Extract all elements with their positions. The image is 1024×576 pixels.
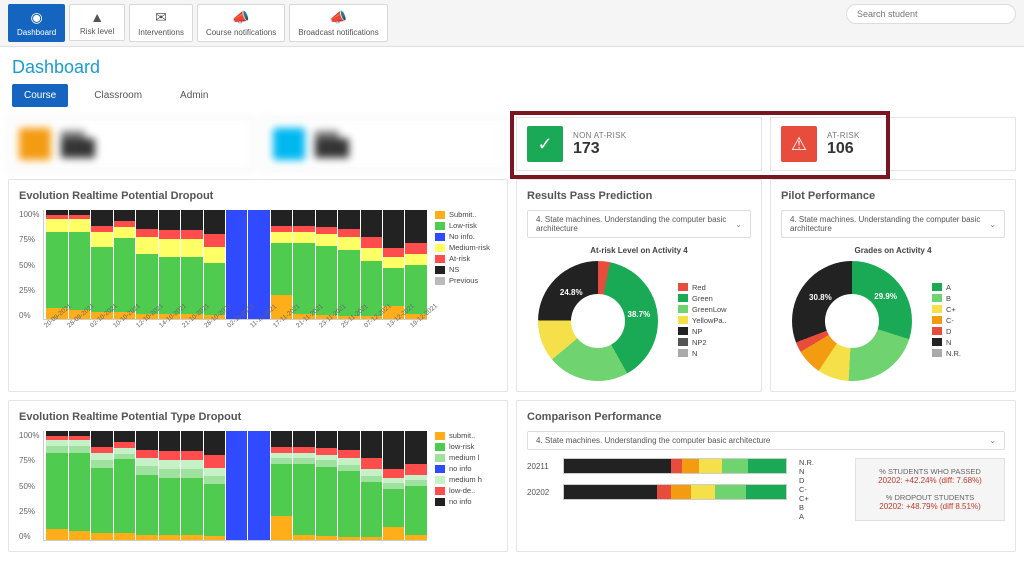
kpi-blurred-1: ███████: [8, 117, 254, 171]
card-results-pass: Results Pass Prediction 4. State machine…: [516, 179, 762, 392]
tab-classroom[interactable]: Classroom: [82, 84, 154, 107]
card-title: Results Pass Prediction: [527, 190, 751, 202]
risk-icon: ▲: [90, 9, 104, 25]
evolution-dropout-chart: 100%75%50%25%0% 20-09-202128-09-202102-1…: [19, 210, 497, 360]
dashboard-icon: ◉: [30, 9, 42, 26]
search-wrapper: [846, 4, 1016, 24]
kpi-label: NON AT-RISK: [573, 131, 626, 140]
kpi-label: AT-RISK: [827, 131, 860, 140]
results-pass-donut: 38.7%24.8%: [538, 261, 658, 381]
card-title: Comparison Performance: [527, 411, 1005, 423]
comparison-chart: 2021120202 N.R.NDC-C+BA % STUDENTS WHO P…: [527, 458, 1005, 521]
megaphone-icon: 📣: [232, 9, 249, 26]
kpi-blurred-2: ███████: [262, 117, 508, 171]
chart-subtitle: Grades on Activity 4: [781, 246, 1005, 255]
nav-interventions[interactable]: ✉ Interventions: [129, 4, 193, 42]
nav-risk-level[interactable]: ▲ Risk level: [69, 4, 125, 41]
card-title: Evolution Realtime Potential Type Dropou…: [19, 411, 497, 423]
charts-grid: Evolution Realtime Potential Dropout 100…: [0, 179, 1024, 560]
nav-broadcast-notifications[interactable]: 📣 Broadcast notifications: [289, 4, 388, 42]
kpi-non-at-risk: ✓ NON AT-RISK 173: [516, 117, 762, 171]
chart-subtitle: At-risk Level on Activity 4: [527, 246, 751, 255]
kpi-row: ███████ ███████ ✓ NON AT-RISK 173 ⚠ AT-R…: [0, 117, 1024, 179]
activity-dropdown[interactable]: 4. State machines. Understanding the com…: [527, 210, 751, 238]
pilot-performance-donut: 29.9%30.8%: [792, 261, 912, 381]
nav-label: Broadcast notifications: [298, 28, 379, 37]
nav-course-notifications[interactable]: 📣 Course notifications: [197, 4, 285, 42]
card-comparison: Comparison Performance 4. State machines…: [516, 400, 1016, 552]
nav-label: Dashboard: [17, 28, 56, 37]
kpi-at-risk: ⚠ AT-RISK 106: [770, 117, 1016, 171]
tabs: Course Classroom Admin: [0, 84, 1024, 117]
nav-label: Course notifications: [206, 28, 276, 37]
search-input[interactable]: [846, 4, 1016, 24]
megaphone-icon: 📣: [330, 9, 347, 26]
nav-dashboard[interactable]: ◉ Dashboard: [8, 4, 65, 42]
alert-triangle-icon: ⚠: [781, 126, 817, 162]
activity-dropdown[interactable]: 4. State machines. Understanding the com…: [527, 431, 1005, 450]
check-circle-icon: ✓: [527, 126, 563, 162]
nav-label: Interventions: [138, 28, 184, 37]
card-evolution-dropout: Evolution Realtime Potential Dropout 100…: [8, 179, 508, 392]
nav-label: Risk level: [80, 27, 114, 36]
card-title: Evolution Realtime Potential Dropout: [19, 190, 497, 202]
evolution-type-chart: 100%75%50%25%0% submit..low-riskmedium l…: [19, 431, 497, 541]
kpi-value: 173: [573, 140, 626, 158]
envelope-icon: ✉: [155, 9, 167, 26]
activity-dropdown[interactable]: 4. State machines. Understanding the com…: [781, 210, 1005, 238]
page-title: Dashboard: [0, 47, 1024, 84]
chevron-down-icon: ⌄: [989, 220, 996, 229]
kpi-value: 106: [827, 140, 860, 158]
top-navigation: ◉ Dashboard ▲ Risk level ✉ Interventions…: [0, 0, 1024, 47]
tab-course[interactable]: Course: [12, 84, 68, 107]
chevron-down-icon: ⌄: [735, 220, 742, 229]
card-pilot-performance: Pilot Performance 4. State machines. Und…: [770, 179, 1016, 392]
card-title: Pilot Performance: [781, 190, 1005, 202]
tab-admin[interactable]: Admin: [168, 84, 220, 107]
comparison-notes: % STUDENTS WHO PASSED 20202: +42.24% (di…: [855, 458, 1005, 521]
card-evolution-type: Evolution Realtime Potential Type Dropou…: [8, 400, 508, 552]
chevron-down-icon: ⌄: [989, 436, 996, 445]
